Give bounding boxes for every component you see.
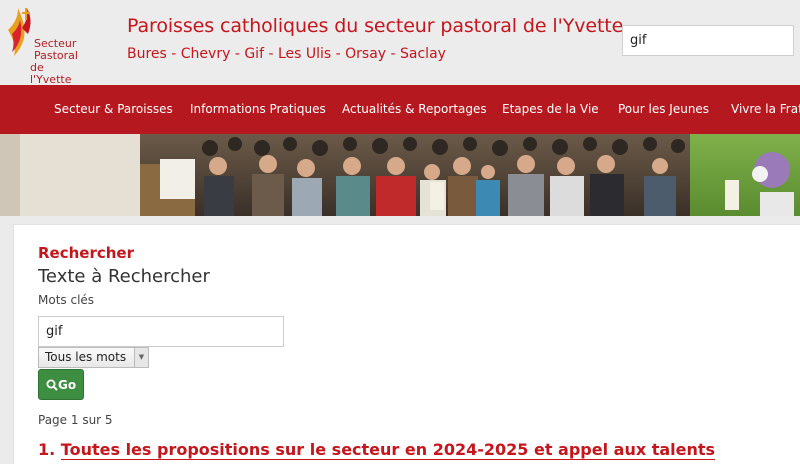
- nav-item-fraternite[interactable]: Vivre la Frate: [731, 102, 800, 116]
- site-header: Secteur Pastoral de l'Yvette Paroisses c…: [0, 0, 800, 86]
- pager-text: Page 1 sur 5: [38, 413, 113, 427]
- search-heading: Texte à Rechercher: [38, 266, 210, 287]
- search-icon: [46, 379, 58, 391]
- banner-crowd-image: [0, 134, 800, 216]
- go-button-label: Go: [58, 378, 77, 392]
- site-subtitle: Bures - Chevry - Gif - Les Ulis - Orsay …: [127, 46, 446, 62]
- header-search-input[interactable]: [622, 25, 794, 56]
- search-section-title: Rechercher: [38, 244, 135, 262]
- keywords-label: Mots clés: [38, 293, 95, 307]
- go-button[interactable]: Go: [38, 369, 84, 400]
- site-title[interactable]: Paroisses catholiques du secteur pastora…: [127, 15, 623, 37]
- nav-item-infos[interactable]: Informations Pratiques: [190, 102, 326, 116]
- nav-item-actualites[interactable]: Actualités & Reportages: [342, 102, 487, 116]
- nav-item-jeunes[interactable]: Pour les Jeunes: [618, 102, 709, 116]
- nav-item-secteur[interactable]: Secteur & Paroisses: [54, 102, 173, 116]
- keywords-input[interactable]: [38, 316, 284, 347]
- banner-image: [0, 134, 800, 216]
- chevron-down-icon: ▼: [134, 348, 148, 367]
- logo-text-line-3: de l'Yvette: [30, 61, 72, 86]
- site-logo[interactable]: Secteur Pastoral de l'Yvette: [4, 4, 88, 86]
- result-number: 1.: [38, 440, 56, 459]
- nav-item-etapes[interactable]: Etapes de la Vie: [502, 102, 599, 116]
- search-mode-select[interactable]: Tous les mots ▼: [38, 347, 149, 368]
- main-nav: Secteur & Paroisses Informations Pratiqu…: [0, 85, 800, 134]
- search-mode-value: Tous les mots: [45, 350, 127, 364]
- result-link[interactable]: Toutes les propositions sur le secteur e…: [60, 440, 716, 460]
- result-item: 1. Toutes les propositions sur le secteu…: [38, 440, 716, 460]
